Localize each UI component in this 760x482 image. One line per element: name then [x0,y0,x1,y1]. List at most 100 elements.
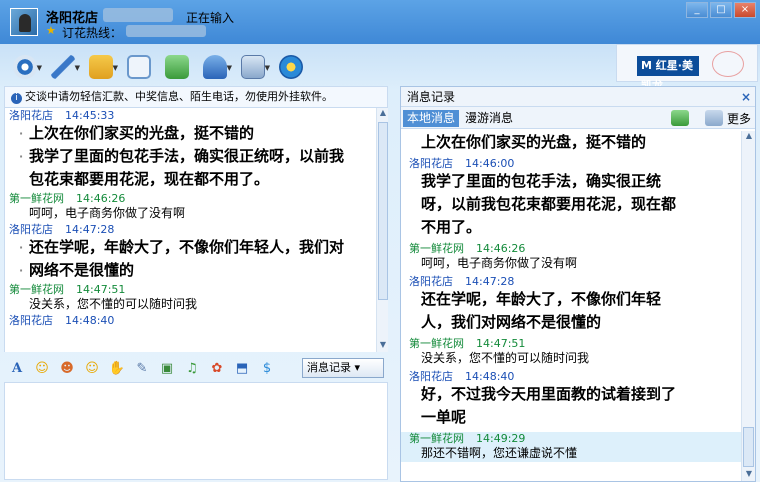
message-header: 第一鲜花网 14:49:29 [409,432,741,445]
message-history-button[interactable]: 消息记录 ▾ [302,358,384,378]
redacted-id [103,8,173,22]
message-text: 不用了。 [421,218,482,236]
screenshot-icon[interactable]: ⬒ [231,358,253,378]
scroll-down-icon[interactable]: ▼ [742,469,756,481]
message-text: 呵呵，电子商务你做了没有啊 [29,206,186,220]
history-panel: 消息记录 × 本地消息 漫游消息 更多 上次在你们家买的光盘，挺不错的 洛阳花店 1… [400,86,756,482]
message-time: 14:45:33 [65,109,115,122]
sender-name[interactable]: 第一鲜花网 [409,242,464,255]
chat-scrollbar[interactable]: ▲ ▼ [376,108,388,352]
scroll-down-icon[interactable]: ▼ [377,340,389,352]
edit-icon[interactable]: ✎ [131,358,153,378]
contact-avatar[interactable] [10,8,38,36]
bullet-icon: · [19,241,24,254]
tab-local-messages[interactable]: 本地消息 [403,110,460,127]
message-time: 14:47:51 [476,337,526,350]
email-icon [127,55,151,79]
history-scrollbar[interactable]: ▲ ▼ [741,131,755,481]
sender-name[interactable]: 洛阳花店 [409,275,453,288]
message-input[interactable] [4,382,388,480]
redacted-phone [126,25,206,37]
video-button[interactable]: ▼ [8,52,42,82]
chat-message: 第一鲜花网 14:49:29 那还不错啊，您还谦虚说不懂 [401,432,741,462]
wink-icon[interactable]: ☺ [81,358,103,378]
file-transfer-button[interactable]: ▼ [84,52,118,82]
message-text: 还在学呢，年龄大了，不像你们年轻 [421,290,662,308]
voice-button[interactable]: ▼ [46,52,80,82]
minimize-button[interactable]: _ [686,2,708,18]
message-header: 第一鲜花网 14:47:51 [409,337,741,350]
chat-history-right[interactable]: 上次在你们家买的光盘，挺不错的 洛阳花店 14:46:00 我学了里面的包花手法，确实… [401,131,741,481]
gift-icon[interactable]: ✿ [206,358,228,378]
emoji-icon[interactable]: ☺ [31,358,53,378]
message-text: 包花束都要用花泥，现在都不用了。 [29,170,270,188]
chat-message: 洛阳花店 14:45:33 · 上次在你们家买的光盘，挺不错的 · 我学了里面的包花手法，… [5,109,376,191]
message-time: 14:47:51 [76,283,126,296]
message-header: 第一鲜花网 14:47:51 [9,283,376,296]
scroll-thumb[interactable] [743,427,754,467]
message-time: 14:48:40 [465,370,515,383]
chat-history-left[interactable]: 洛阳花店 14:45:33 · 上次在你们家买的光盘，挺不错的 · 我学了里面的包花手法，… [4,108,376,352]
chat-message: 第一鲜花网 14:46:26 呵呵，电子商务你做了没有啊 [5,192,376,222]
settings-button[interactable]: ▼ [236,52,270,82]
scroll-thumb[interactable] [378,122,388,300]
message-header: 第一鲜花网 14:46:26 [9,192,376,205]
message-time: 14:47:28 [65,223,115,236]
add-contact-button[interactable] [160,52,194,82]
security-notice: i 交谈中请勿轻信汇款、中奖信息、陌生电话，勿使用外挂软件。 [4,86,388,108]
scroll-up-icon[interactable]: ▲ [377,108,389,120]
chat-message: 第一鲜花网 14:47:51 没关系，您不懂的可以随时问我 [401,337,741,367]
sender-name[interactable]: 洛阳花店 [409,370,453,383]
shake-icon[interactable]: ✋ [106,358,128,378]
chat-message: 洛阳花店 14:47:28 还在学呢，年龄大了，不像你们年轻 人，我们对网络不是很懂的 [401,275,741,334]
magic-face-icon[interactable]: ☻ [56,358,78,378]
toolbar: ▼ ▼ ▼ ▼ ▼ [8,50,308,84]
sender-name[interactable]: 第一鲜花网 [9,283,64,296]
tab-roaming-messages[interactable]: 漫游消息 [461,110,517,127]
voice-icon [51,55,75,79]
add-contact-icon [165,55,189,79]
history-close-icon[interactable]: × [741,87,751,107]
message-time: 14:49:29 [476,432,526,445]
more-button[interactable]: 更多 [727,110,751,127]
speaker-icon[interactable] [705,110,723,126]
sender-name[interactable]: 洛阳花店 [9,314,53,327]
history-panel-header: 消息记录 × [401,87,755,107]
close-button[interactable]: × [734,2,756,18]
currency-icon[interactable]: $ [256,358,278,378]
message-header: 洛阳花店 14:48:40 [409,370,741,383]
bullet-icon: · [19,127,24,140]
message-text: · 网络不是很懂的 [9,259,376,282]
font-icon[interactable]: A [6,358,28,378]
typing-status: 正在输入 [186,11,235,25]
sender-name[interactable]: 第一鲜花网 [9,192,64,205]
ad-brand: M 红星·美凯龙 [637,56,699,92]
image-icon[interactable]: ▣ [156,358,178,378]
sender-name[interactable]: 洛阳花店 [9,223,53,236]
sender-name[interactable]: 第一鲜花网 [409,337,464,350]
message-text: 那还不错啊，您还谦虚说不懂 [421,446,578,460]
message-time: 14:46:26 [476,242,526,255]
maximize-button[interactable]: □ [710,2,732,18]
scroll-up-icon[interactable]: ▲ [742,131,756,143]
music-icon[interactable]: ♫ [181,358,203,378]
email-button[interactable] [122,52,156,82]
sender-name[interactable]: 洛阳花店 [409,157,453,170]
export-icon[interactable] [671,110,689,126]
app-button[interactable] [274,52,308,82]
message-time: 14:46:26 [76,192,126,205]
settings-icon [241,55,265,79]
history-tabs: 本地消息 漫游消息 更多 [401,107,755,129]
group-button[interactable]: ▼ [198,52,232,82]
chat-message: 洛阳花店 14:48:40 [5,314,376,327]
window-controls: _ □ × [686,2,756,18]
message-header: 洛阳花店 14:46:00 [409,157,741,170]
message-time: 14:48:40 [65,314,115,327]
ad-banner[interactable]: M 红星·美凯龙 [616,44,758,92]
info-icon: i [11,93,22,104]
notice-text: 交谈中请勿轻信汇款、中奖信息、陌生电话，勿使用外挂软件。 [25,90,333,103]
sender-name[interactable]: 洛阳花店 [9,109,53,122]
message-header: 第一鲜花网 14:46:26 [409,242,741,255]
sender-name[interactable]: 第一鲜花网 [409,432,464,445]
message-text: 上次在你们家买的光盘，挺不错的 [421,133,647,151]
